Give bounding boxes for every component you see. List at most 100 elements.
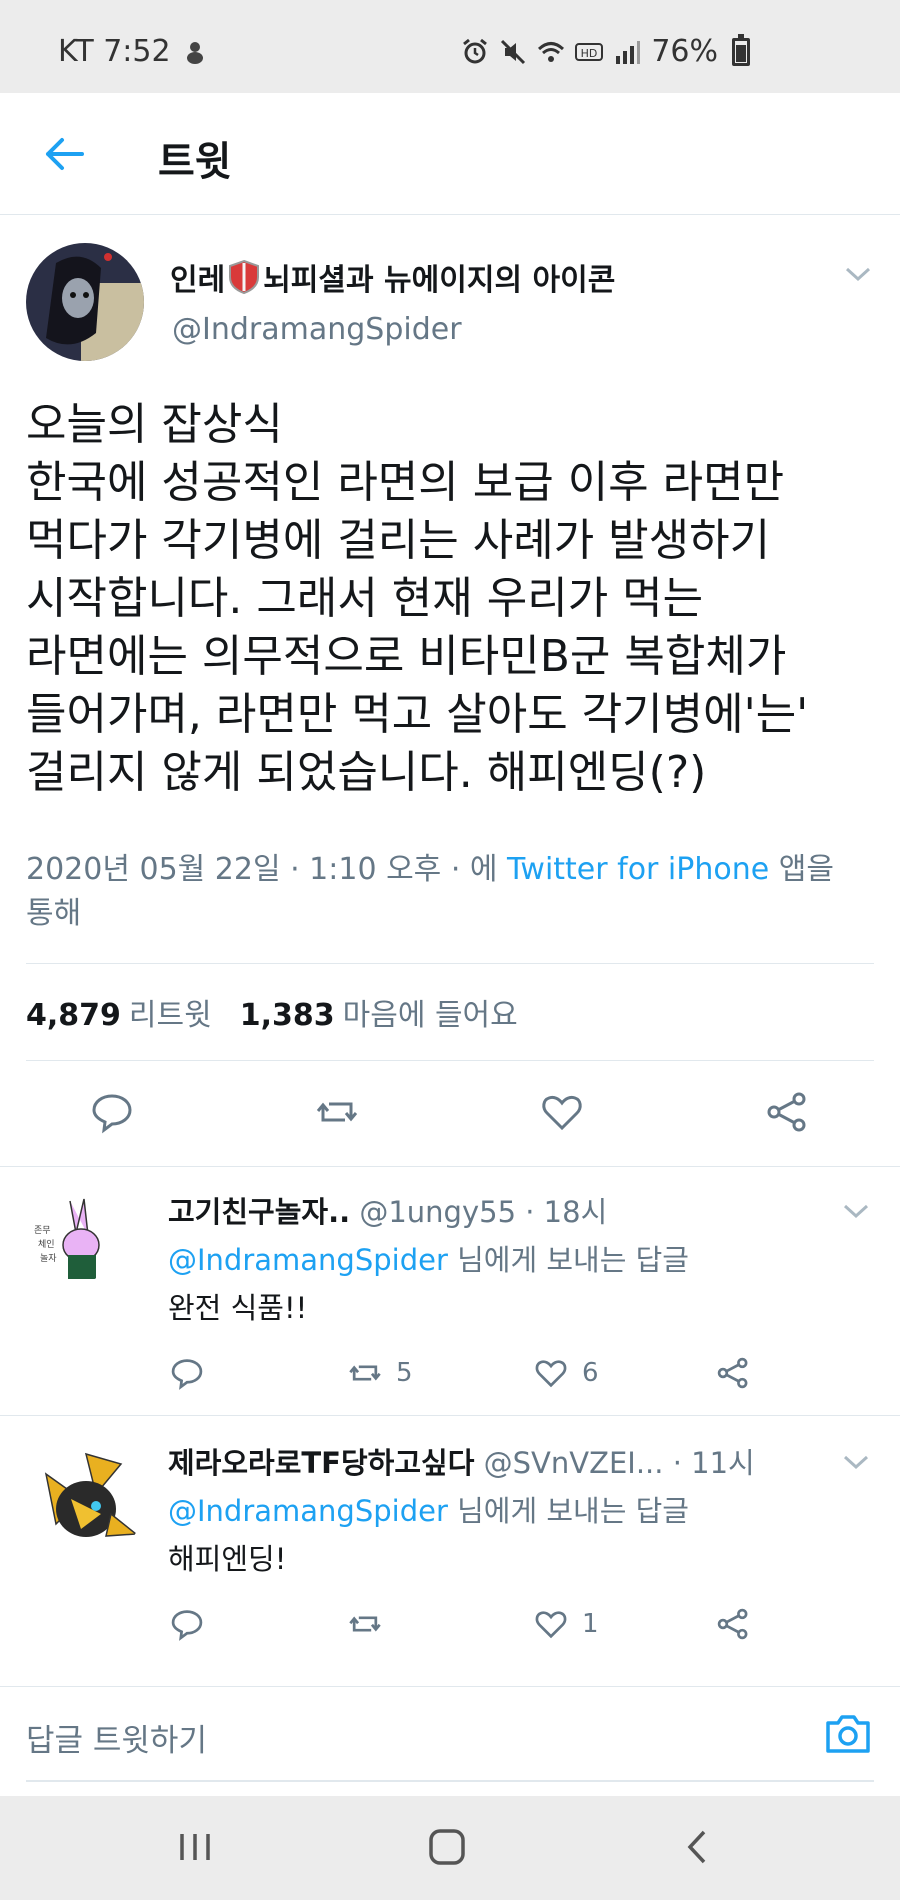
retweet-label: 리트윗 bbox=[128, 998, 212, 1033]
reply-mention[interactable]: @IndramangSpider bbox=[168, 1494, 448, 1528]
tweet-metadata: 2020년 05월 22일 · 1:10 오후 · 에 Twitter for … bbox=[26, 848, 876, 936]
user-handle[interactable]: @IndramangSpider bbox=[172, 312, 462, 347]
tweet-line: 라면에는 의무적으로 비타민B군 복합체가 bbox=[26, 631, 787, 682]
status-bar: KT 7:52 HD 76% bbox=[0, 0, 900, 93]
chevron-down-icon[interactable] bbox=[844, 264, 872, 284]
reply-mention[interactable]: @IndramangSpider bbox=[168, 1243, 448, 1277]
header: 트윗 bbox=[0, 93, 900, 215]
reply-icon bbox=[171, 1359, 203, 1390]
like-label: 마음에 들어요 bbox=[342, 998, 518, 1033]
reply-action[interactable] bbox=[170, 1355, 204, 1391]
retweet-icon bbox=[349, 1616, 381, 1632]
display-name-part1: 인레 bbox=[170, 263, 226, 298]
system-nav-bar bbox=[0, 1796, 900, 1900]
like-count: 1,383 bbox=[239, 998, 335, 1033]
like-icon[interactable] bbox=[540, 1090, 584, 1134]
tweet-text: 오늘의 잡상식 한국에 성공적인 라면의 보급 이후 라면만 먹다가 각기병에 … bbox=[26, 396, 876, 802]
reply-to-line: @IndramangSpider 님에게 보내는 답글 bbox=[168, 1237, 689, 1279]
like-icon bbox=[535, 1611, 567, 1639]
recent-apps-icon[interactable] bbox=[170, 1822, 220, 1872]
retweet-count: 4,879 bbox=[26, 998, 121, 1033]
reply-text: 해피엔딩! bbox=[168, 1542, 287, 1576]
back-arrow-icon[interactable] bbox=[40, 129, 90, 179]
svg-text:체인: 체인 bbox=[38, 1239, 55, 1250]
reply-handle[interactable]: @1ungy55 · 18시 bbox=[359, 1195, 607, 1229]
shield-emoji-icon bbox=[229, 259, 260, 295]
avatar[interactable]: 존무 체인 놀자 bbox=[26, 1193, 118, 1285]
reply-action[interactable] bbox=[170, 1606, 204, 1642]
share-action[interactable] bbox=[716, 1606, 750, 1642]
divider bbox=[26, 1780, 874, 1782]
notification-icon bbox=[186, 41, 203, 64]
like-action[interactable]: 1 bbox=[534, 1606, 599, 1642]
retweet-count: 5 bbox=[396, 1358, 413, 1388]
page-title: 트윗 bbox=[158, 139, 232, 185]
alarm-icon bbox=[463, 38, 488, 63]
wifi-icon bbox=[538, 41, 565, 62]
chevron-down-icon[interactable] bbox=[842, 1201, 870, 1221]
back-icon[interactable] bbox=[674, 1822, 724, 1872]
home-icon[interactable] bbox=[422, 1822, 472, 1872]
reply-input[interactable]: 답글 트윗하기 bbox=[26, 1715, 207, 1760]
reply-compose-bar: 답글 트윗하기 bbox=[0, 1686, 900, 1782]
status-left: KT 7:52 bbox=[58, 34, 209, 69]
hd-icon: HD bbox=[575, 42, 604, 61]
avatar[interactable] bbox=[26, 243, 144, 361]
like-count: 1 bbox=[582, 1609, 599, 1639]
tweet-line: 들어가며, 라면만 먹고 살아도 각기병에'는' bbox=[26, 689, 809, 740]
reply-header: 고기친구놀자.. @1ungy55 · 18시 bbox=[168, 1189, 607, 1231]
status-right: HD 76% bbox=[461, 33, 750, 69]
reply-handle[interactable]: @SVnVZEI... bbox=[484, 1446, 664, 1480]
tweet-line: 먹다가 각기병에 걸리는 사례가 발생하기 bbox=[26, 515, 771, 566]
battery-icon bbox=[732, 33, 750, 66]
share-icon[interactable] bbox=[765, 1090, 809, 1134]
avatar[interactable] bbox=[26, 1444, 144, 1562]
battery-percent: 76% bbox=[651, 34, 718, 69]
share-action[interactable] bbox=[716, 1355, 750, 1391]
divider bbox=[26, 1060, 874, 1061]
source-link[interactable]: Twitter for iPhone bbox=[507, 852, 769, 887]
reply-display-name[interactable]: 고기친구놀자.. bbox=[168, 1195, 350, 1229]
display-name-part2: 뇌피셜과 뉴에이지의 아이콘 bbox=[263, 263, 616, 298]
retweet-icon[interactable] bbox=[315, 1090, 359, 1134]
share-icon bbox=[717, 1608, 748, 1640]
share-icon bbox=[717, 1357, 748, 1389]
reply-header: 제라오라로TF당하고싶다 @SVnVZEI... · 11시 bbox=[168, 1440, 755, 1482]
reply-to-suffix: 님에게 보내는 답글 bbox=[447, 1494, 689, 1528]
reply-tweet[interactable]: 제라오라로TF당하고싶다 @SVnVZEI... · 11시 @Indraman… bbox=[0, 1416, 900, 1666]
tweet-line: 시작합니다. 그래서 현재 우리가 먹는 bbox=[26, 573, 704, 624]
reply-icon bbox=[171, 1610, 203, 1641]
reply-text: 완전 식품!! bbox=[168, 1291, 308, 1325]
camera-icon[interactable] bbox=[824, 1711, 872, 1757]
tweet-line: 걸리지 않게 되었습니다. 해피엔딩(?) bbox=[26, 747, 707, 798]
reply-icon[interactable] bbox=[90, 1090, 134, 1134]
source-suffix-2: 통해 bbox=[26, 896, 82, 931]
display-name[interactable]: 인레 뇌피셜과 뉴에이지의 아이콘 bbox=[170, 255, 615, 299]
chevron-down-icon[interactable] bbox=[842, 1452, 870, 1472]
source-suffix: 앱을 bbox=[778, 852, 834, 887]
tweet-date: 2020년 05월 22일 · 1:10 오후 · 에 bbox=[26, 852, 498, 887]
like-count: 6 bbox=[582, 1358, 599, 1388]
reply-tweet[interactable]: 존무 체인 놀자 고기친구놀자.. @1ungy55 · 18시 @Indram… bbox=[0, 1167, 900, 1415]
like-stat[interactable]: 1,383 마음에 들어요 bbox=[240, 990, 518, 1034]
retweet-stat[interactable]: 4,879 리트윗 bbox=[26, 990, 212, 1034]
tweet-stats: 4,879 리트윗 1,383 마음에 들어요 bbox=[26, 990, 518, 1034]
retweet-action[interactable] bbox=[348, 1606, 396, 1642]
signal-icon bbox=[616, 40, 641, 64]
tweet-line: 오늘의 잡상식 bbox=[26, 399, 283, 450]
reply-display-name[interactable]: 제라오라로TF당하고싶다 bbox=[168, 1446, 474, 1480]
tweet-line: 한국에 성공적인 라면의 보급 이후 라면만 bbox=[26, 457, 785, 508]
mute-icon bbox=[501, 39, 526, 64]
retweet-action[interactable]: 5 bbox=[348, 1355, 413, 1391]
svg-text:놀자: 놀자 bbox=[40, 1253, 57, 1264]
reply-time: · 11시 bbox=[672, 1446, 755, 1480]
carrier-time: KT 7:52 bbox=[58, 34, 171, 69]
svg-text:존무: 존무 bbox=[34, 1225, 51, 1236]
divider bbox=[26, 963, 874, 964]
reply-to-suffix: 님에게 보내는 답글 bbox=[447, 1243, 689, 1277]
like-icon bbox=[535, 1360, 567, 1388]
svg-text:HD: HD bbox=[581, 47, 598, 60]
like-action[interactable]: 6 bbox=[534, 1355, 599, 1391]
tweet-actions bbox=[0, 1090, 900, 1140]
retweet-icon bbox=[349, 1365, 381, 1381]
